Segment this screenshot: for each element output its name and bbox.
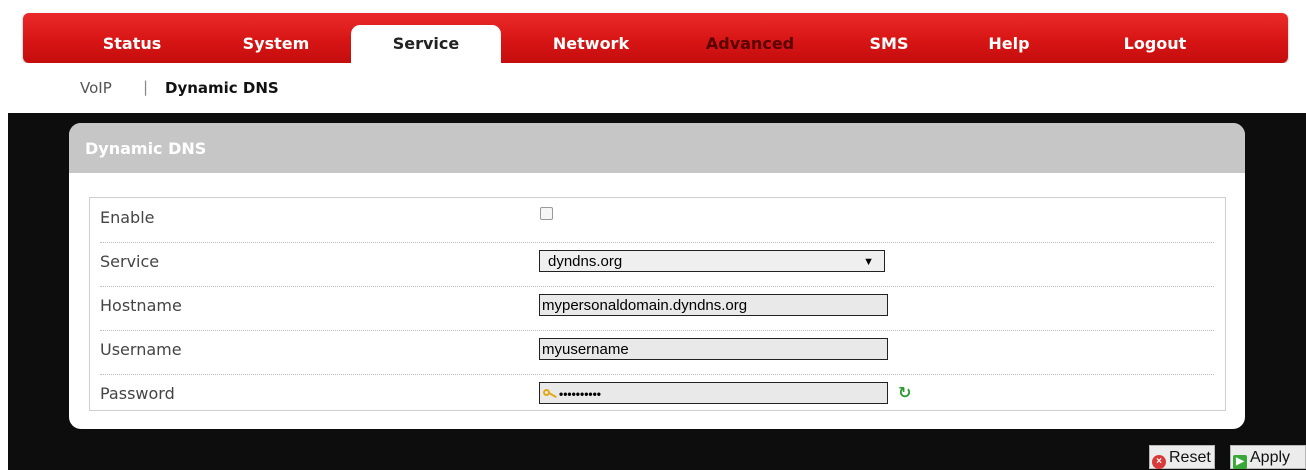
reset-label: Reset [1169,449,1211,466]
nav-advanced[interactable]: Advanced [687,13,813,63]
subnav-dynamic-dns[interactable]: Dynamic DNS [165,79,279,97]
nav-status[interactable]: Status [85,13,179,63]
nav-help[interactable]: Help [969,13,1049,63]
hostname-label: Hostname [100,296,182,315]
nav-logout[interactable]: Logout [1095,13,1215,63]
enable-checkbox[interactable] [540,207,553,220]
key-icon [543,389,557,399]
subnav-separator: | [143,78,149,96]
enable-label: Enable [100,208,155,227]
nav-network[interactable]: Network [531,13,651,63]
form-row-enable: Enable [100,198,1214,243]
service-select[interactable]: dyndns.org ▼ [539,250,885,272]
form-row-username: Username myusername [100,330,1214,375]
dns-form: Enable Service dyndns.org ▼ Hostname myp… [89,197,1226,411]
form-row-hostname: Hostname mypersonaldomain.dyndns.org [100,286,1214,331]
form-row-password: Password •••••••••• ↻ [100,374,1214,418]
username-input[interactable]: myusername [539,338,888,360]
content-area: Dynamic DNS Enable Service dyndns.org ▼ … [8,113,1306,470]
service-label: Service [100,252,160,271]
hostname-input[interactable]: mypersonaldomain.dyndns.org [539,294,888,316]
panel-title: Dynamic DNS [69,123,1245,173]
service-select-value: dyndns.org [548,253,623,270]
password-mask: •••••••••• [559,387,602,402]
password-input[interactable]: •••••••••• [539,382,888,404]
password-label: Password [100,384,175,403]
reset-button[interactable]: × Reset [1149,445,1215,469]
sub-nav: VoIP | Dynamic DNS [0,63,1306,113]
reset-icon: × [1152,455,1166,469]
refresh-icon[interactable]: ↻ [898,385,912,401]
nav-system[interactable]: System [221,13,331,63]
apply-label: Apply [1250,449,1291,466]
form-row-service: Service dyndns.org ▼ [100,242,1214,287]
username-label: Username [100,340,182,359]
subnav-voip[interactable]: VoIP [80,79,112,97]
dropdown-arrow-icon: ▼ [863,256,874,268]
nav-sms[interactable]: SMS [849,13,929,63]
top-nav-bar: Status System Service Network Advanced S… [23,13,1288,75]
apply-icon: ▶ [1233,455,1247,469]
apply-button[interactable]: ▶ Apply [1230,445,1306,469]
dynamic-dns-panel: Dynamic DNS Enable Service dyndns.org ▼ … [69,123,1245,429]
